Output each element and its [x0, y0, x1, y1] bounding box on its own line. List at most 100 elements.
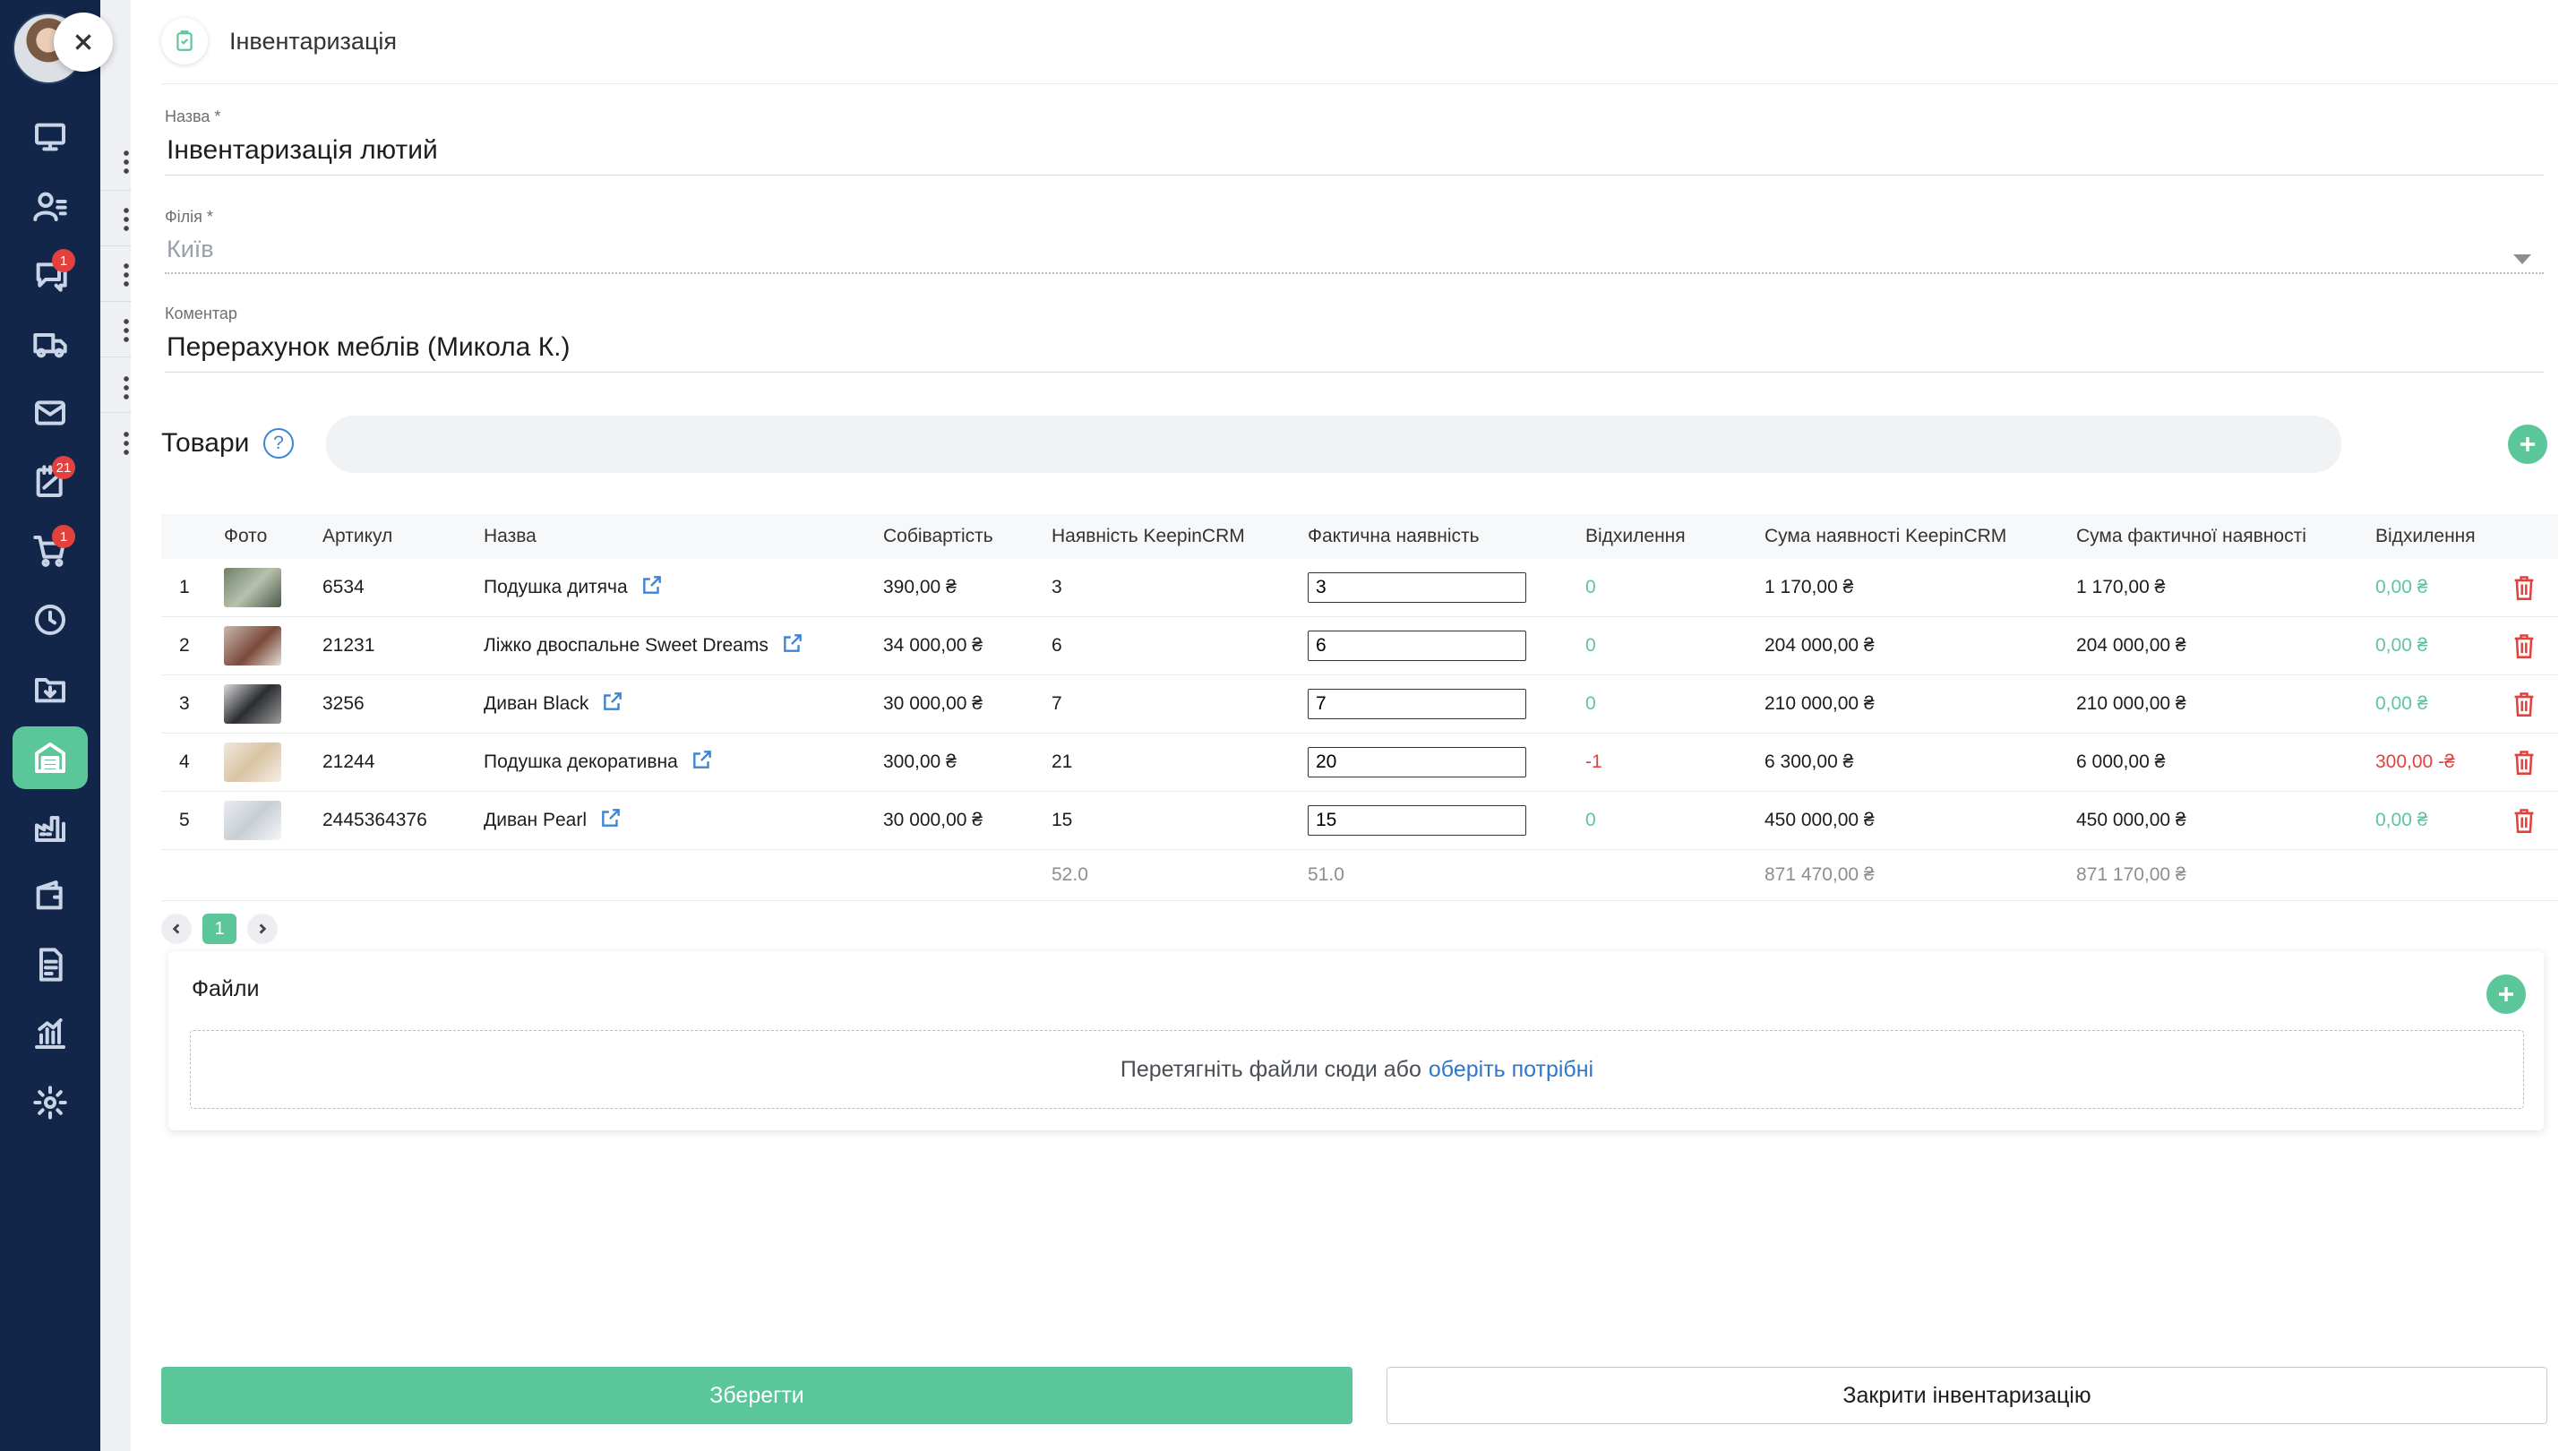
- stock-deviation: 0: [1585, 635, 1596, 656]
- delete-row-button[interactable]: [2512, 792, 2537, 849]
- product-photo: [224, 559, 281, 616]
- stock-deviation: 0: [1585, 810, 1596, 830]
- column-header: Фактична наявність: [1308, 526, 1480, 546]
- help-icon[interactable]: ?: [263, 428, 294, 459]
- prev-page-button[interactable]: [161, 914, 192, 944]
- product-photo: [224, 675, 281, 733]
- total-stock: 52.0: [1052, 864, 1088, 885]
- sidebar-item-dashboard[interactable]: [13, 106, 88, 168]
- sidebar-item-documents[interactable]: [13, 933, 88, 996]
- sum-stock-keepincrm: 210 000,00 ₴: [1765, 693, 1875, 714]
- sidebar-item-orders[interactable]: 1: [13, 519, 88, 582]
- chart-icon: [35, 1018, 65, 1049]
- external-link-icon[interactable]: [769, 631, 804, 660]
- inventory-drawer: Інвентаризація Назва * Інвентаризація лю…: [131, 0, 2576, 1451]
- external-link-icon[interactable]: [628, 573, 664, 602]
- trash-icon: [2514, 692, 2534, 717]
- pagination: 1: [161, 914, 278, 944]
- sidebar-item-warehouse[interactable]: [13, 726, 88, 789]
- external-link-icon[interactable]: [587, 806, 623, 835]
- branch-select[interactable]: Філія * Київ: [165, 208, 2544, 274]
- actual-stock-cell: [1308, 734, 1526, 791]
- sidebar-item-delivery[interactable]: [13, 313, 88, 375]
- sum-actual-stock: 6 000,00 ₴: [2076, 751, 2166, 772]
- row-menu-icon: [124, 206, 129, 231]
- close-icon: [75, 34, 91, 50]
- sum-deviation: 0,00 ₴: [2375, 635, 2428, 656]
- total-sum-actual: 871 170,00 ₴: [2076, 864, 2186, 885]
- sum-stock-keepincrm: 204 000,00 ₴: [1765, 635, 1875, 656]
- sum-actual-stock: 450 000,00 ₴: [2076, 810, 2186, 830]
- chevron-down-icon[interactable]: [2513, 254, 2531, 264]
- stock-deviation: 0: [1585, 693, 1596, 714]
- product-cost: 30 000,00 ₴: [883, 810, 983, 830]
- actual-stock-input[interactable]: [1308, 805, 1526, 836]
- product-name[interactable]: Ліжко двоспальне Sweet Dreams: [484, 635, 769, 657]
- sidebar-item-settings[interactable]: [13, 1071, 88, 1134]
- comment-field[interactable]: Коментар Перерахунок меблів (Микола К.): [165, 305, 2544, 373]
- delete-row-button[interactable]: [2512, 675, 2537, 733]
- stock-keepincrm: 7: [1052, 693, 1062, 714]
- sidebar-item-history[interactable]: [13, 588, 88, 651]
- add-goods-button[interactable]: [2508, 425, 2547, 464]
- stock-keepincrm: 3: [1052, 577, 1062, 597]
- product-sku: 21231: [322, 635, 375, 656]
- inventory-icon: [161, 18, 208, 64]
- row-menu-icon: [124, 430, 129, 455]
- goods-title: Товари: [161, 428, 250, 458]
- row-number: 4: [179, 751, 190, 772]
- file-dropzone[interactable]: Перетягніть файли сюди або оберіть потрі…: [190, 1030, 2524, 1109]
- product-name[interactable]: Подушка дитяча: [484, 577, 628, 598]
- product-name[interactable]: Подушка декоративна: [484, 751, 678, 773]
- sidebar-item-mail[interactable]: [13, 382, 88, 444]
- monitor-icon: [35, 123, 65, 151]
- row-menu-icon: [124, 262, 129, 287]
- comment-input[interactable]: Перерахунок меблів (Микола К.): [165, 332, 2544, 363]
- sidebar-item-analytics[interactable]: [13, 1002, 88, 1065]
- delete-row-button[interactable]: [2512, 617, 2537, 674]
- row-number: 2: [179, 635, 190, 656]
- trash-icon: [2514, 634, 2534, 658]
- actual-stock-input[interactable]: [1308, 572, 1526, 603]
- notification-badge: 1: [52, 525, 75, 548]
- delete-row-button[interactable]: [2512, 559, 2537, 616]
- save-button[interactable]: Зберегти: [161, 1367, 1352, 1424]
- external-link-icon[interactable]: [588, 690, 624, 718]
- goods-search-input[interactable]: [326, 416, 2341, 473]
- files-title: Файли: [192, 976, 260, 1001]
- sidebar-item-finance[interactable]: [13, 864, 88, 927]
- table-row: 2 21231 Ліжко двоспальне Sweet Dreams 34 00…: [161, 617, 2558, 675]
- sidebar-item-tasks[interactable]: 21: [13, 451, 88, 513]
- actual-stock-input[interactable]: [1308, 631, 1526, 661]
- sum-deviation: 0,00 ₴: [2375, 693, 2428, 714]
- sum-stock-keepincrm: 450 000,00 ₴: [1765, 810, 1875, 830]
- sidebar-item-import[interactable]: [13, 657, 88, 720]
- trash-icon: [2514, 751, 2534, 775]
- actual-stock-input[interactable]: [1308, 747, 1526, 777]
- sidebar-item-production[interactable]: [13, 795, 88, 858]
- sidebar-item-contacts[interactable]: [13, 175, 88, 237]
- actual-stock-input[interactable]: [1308, 689, 1526, 719]
- name-field[interactable]: Назва * Інвентаризація лютий: [165, 107, 2544, 176]
- sidebar-item-chats[interactable]: 1: [13, 244, 88, 306]
- chevron-left-icon: [172, 923, 180, 934]
- notification-badge: 21: [52, 456, 75, 479]
- column-header: Відхилення: [2375, 526, 2476, 546]
- delete-row-button[interactable]: [2512, 734, 2537, 791]
- next-page-button[interactable]: [247, 914, 278, 944]
- close-drawer-button[interactable]: [54, 13, 113, 72]
- comment-label: Коментар: [165, 305, 237, 322]
- choose-files-link[interactable]: оберіть потрібні: [1429, 1057, 1593, 1083]
- user-list-icon: [33, 192, 67, 221]
- stock-deviation: 0: [1585, 577, 1596, 597]
- product-name[interactable]: Диван Pearl: [484, 810, 587, 831]
- external-link-icon[interactable]: [678, 748, 714, 777]
- product-sku: 6534: [322, 577, 365, 597]
- name-input[interactable]: Інвентаризація лютий: [165, 135, 2544, 166]
- files-card: Файли Перетягніть файли сюди або оберіть…: [168, 951, 2544, 1130]
- add-file-button[interactable]: [2486, 974, 2526, 1014]
- branch-value[interactable]: Київ: [165, 236, 2544, 263]
- close-inventory-button[interactable]: Закрити інвентаризацію: [1387, 1367, 2547, 1424]
- product-name[interactable]: Диван Black: [484, 693, 588, 715]
- page-number[interactable]: 1: [202, 914, 236, 944]
